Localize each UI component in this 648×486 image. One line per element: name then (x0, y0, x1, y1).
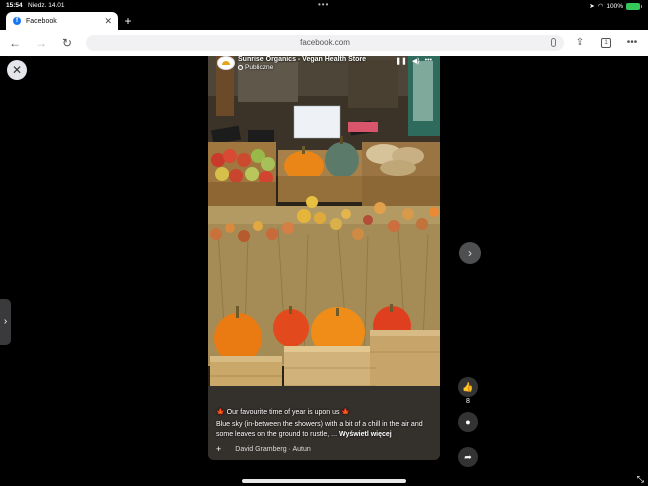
share-button[interactable]: ➦ (458, 447, 478, 467)
like-count: 8 (466, 398, 470, 405)
forward-button[interactable]: → (34, 36, 48, 50)
post-caption: 🍁 Our favourite time of year is upon us … (216, 408, 436, 440)
page-avatar[interactable] (217, 56, 235, 70)
audience-label: Publiczne (238, 64, 273, 71)
caption-headline: 🍁 Our favourite time of year is upon us … (216, 409, 351, 416)
tab-facebook[interactable]: f Facebook ✕ (6, 12, 118, 30)
back-button[interactable]: ← (8, 36, 22, 50)
resize-icon[interactable]: ⤡ (637, 474, 644, 485)
music-row[interactable]: + David Gramberg · Autun (216, 444, 436, 454)
music-credit: David Gramberg · Autun (235, 445, 311, 453)
browser-toolbar: ← → ↻ facebook.com ⇪ 1 ••• (0, 30, 648, 56)
facebook-f-icon: f (13, 17, 21, 25)
media-viewer: ✕ › Sunrise Organics - Vegan Health Stor… (0, 56, 648, 486)
add-icon[interactable]: + (216, 444, 221, 454)
like-button[interactable]: 👍 (458, 377, 478, 397)
more-options-icon[interactable]: ••• (425, 57, 432, 65)
status-bar: 15:54 Niedz. 14.01 ••• ➤ ◠ 100% (0, 0, 648, 12)
battery-icon (626, 2, 642, 10)
comment-button[interactable]: ● (458, 412, 478, 432)
wifi-icon: ◠ (597, 3, 604, 10)
tab-switcher-button[interactable]: 1 (601, 38, 611, 48)
location-icon: ➤ (589, 3, 595, 10)
reel-video[interactable]: Sunrise Organics - Vegan Health Store Pu… (208, 56, 440, 460)
microphone-icon[interactable] (551, 38, 556, 47)
post-header: Sunrise Organics - Vegan Health Store Pu… (214, 56, 436, 72)
sidebar-handle[interactable]: › (0, 299, 11, 345)
tab-title: Facebook (26, 17, 57, 25)
tab-strip: f Facebook ✕ + (0, 12, 648, 30)
globe-icon (238, 65, 243, 70)
address-bar[interactable]: facebook.com (86, 35, 564, 51)
video-controls: ❚❚ ◀) ••• (395, 57, 432, 65)
sunrise-logo-icon (222, 61, 230, 65)
multitasking-dots-icon[interactable]: ••• (318, 0, 329, 9)
volume-icon[interactable]: ◀) (412, 57, 420, 65)
status-date: Niedz. 14.01 (28, 2, 65, 9)
see-more-link[interactable]: Wyświetl więcej (339, 431, 392, 438)
share-icon[interactable]: ⇪ (573, 36, 587, 50)
battery-percent: 100% (606, 2, 623, 10)
more-options-icon[interactable]: ••• (625, 36, 639, 50)
pause-icon[interactable]: ❚❚ (395, 57, 407, 65)
video-frame (208, 56, 440, 460)
page-name-link[interactable]: Sunrise Organics - Vegan Health Store (238, 56, 366, 63)
status-indicators: ➤ ◠ 100% (589, 2, 642, 10)
new-tab-button[interactable]: + (121, 14, 135, 28)
home-indicator[interactable] (242, 479, 406, 483)
close-viewer-button[interactable]: ✕ (7, 60, 27, 80)
close-tab-icon[interactable]: ✕ (104, 16, 112, 27)
next-video-button[interactable]: › (459, 242, 481, 264)
audience-text: Publiczne (245, 64, 274, 71)
reload-button[interactable]: ↻ (60, 36, 74, 50)
url-text: facebook.com (300, 38, 350, 47)
status-time: 15:54 (6, 2, 23, 9)
